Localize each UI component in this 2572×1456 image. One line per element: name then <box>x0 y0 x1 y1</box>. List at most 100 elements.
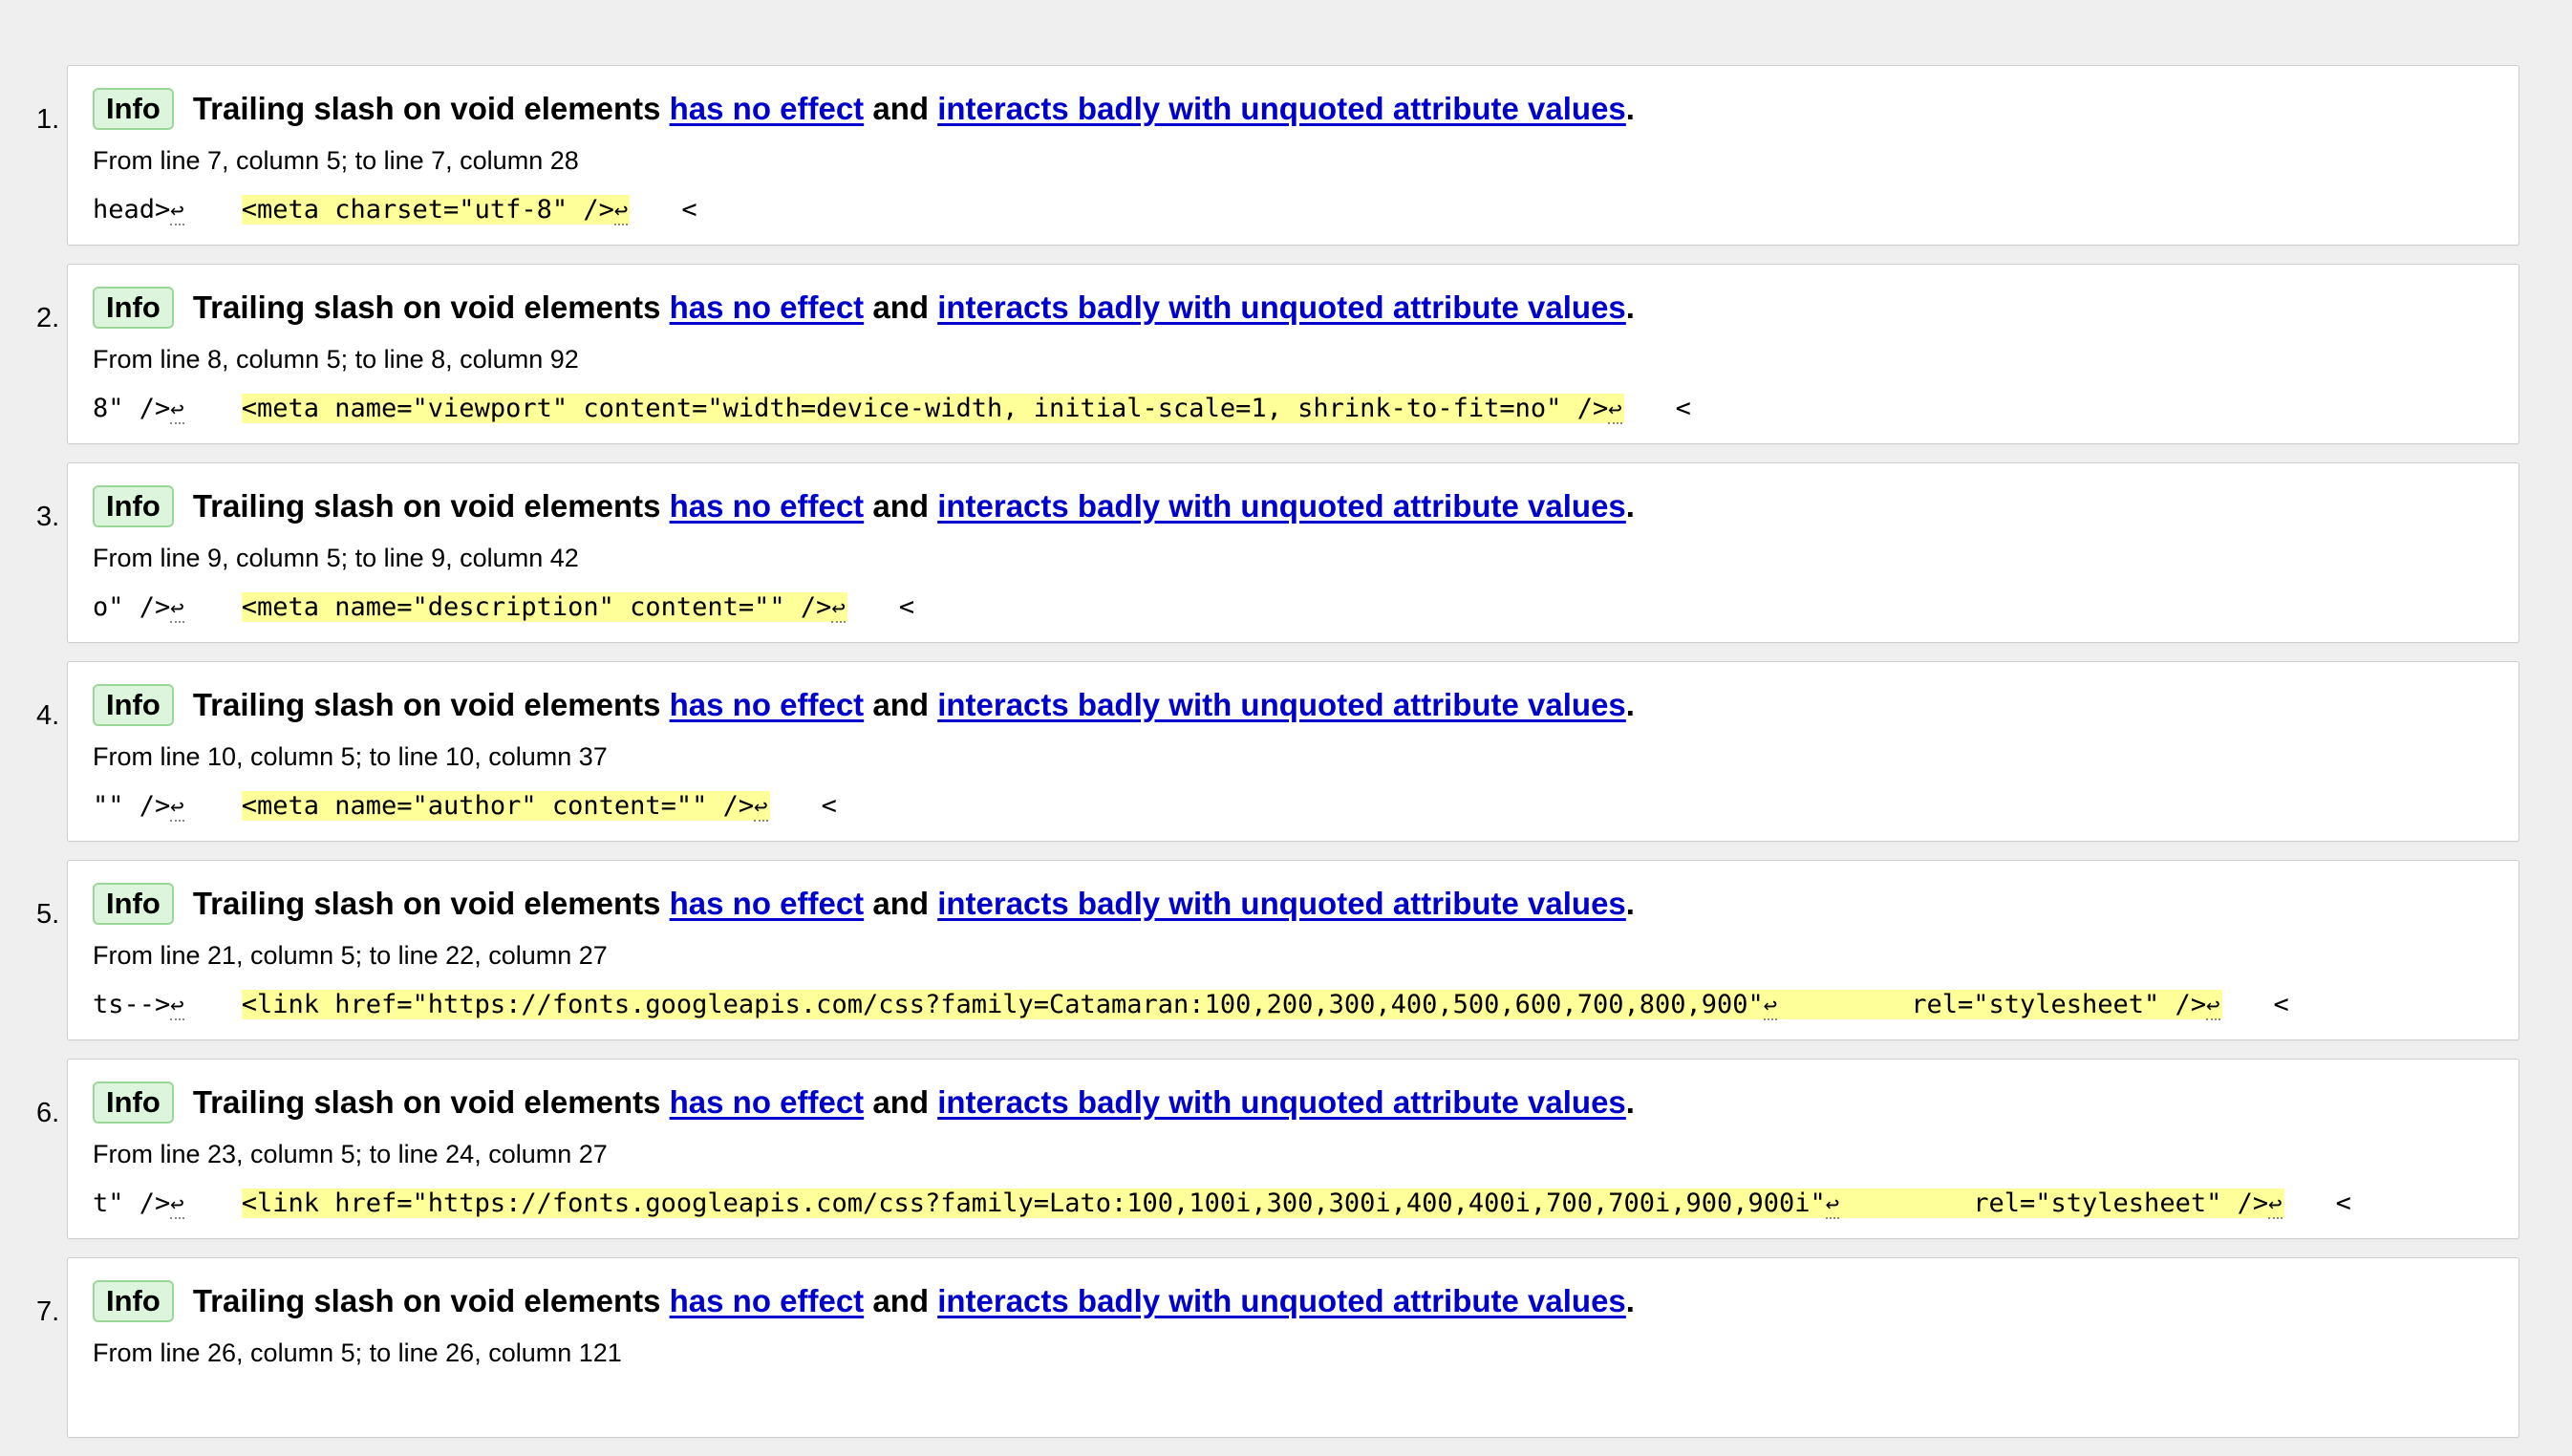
extract-highlight: <meta name="viewport" content="width=dev… <box>241 394 1624 424</box>
message-item: 4. Info Trailing slash on void elements … <box>0 661 2572 844</box>
message-location: From line 10, column 5; to line 10, colu… <box>93 742 608 771</box>
message-number: 3. <box>36 502 60 532</box>
message-location: From line 7, column 5; to line 7, column… <box>93 146 579 175</box>
extract-before: head> <box>93 195 171 225</box>
newline-icon: ↩ <box>170 1190 184 1219</box>
info-badge: Info <box>93 1280 174 1322</box>
interacts-badly-link[interactable]: interacts badly with unquoted attribute … <box>937 91 1626 126</box>
has-no-effect-link[interactable]: has no effect <box>670 1084 865 1120</box>
newline-icon: ↩ <box>170 396 184 424</box>
interacts-badly-link[interactable]: interacts badly with unquoted attribute … <box>937 289 1626 325</box>
message-text: Trailing slash on void elements has no e… <box>193 1282 1635 1320</box>
message-text-prefix: Trailing slash on void elements <box>192 886 661 921</box>
interacts-badly-link[interactable]: interacts badly with unquoted attribute … <box>937 1283 1626 1318</box>
message-header: Info Trailing slash on void elements has… <box>93 286 1635 330</box>
message-text-mid: and <box>872 91 930 126</box>
newline-icon: ↩ <box>754 793 768 822</box>
message-box: Info Trailing slash on void elements has… <box>67 65 2519 246</box>
code-extract: 8" />↩ <meta name="viewport" content="wid… <box>93 392 1691 426</box>
message-number: 2. <box>36 303 60 333</box>
extract-after: < <box>681 195 697 225</box>
message-text: Trailing slash on void elements has no e… <box>193 1083 1635 1122</box>
info-badge: Info <box>93 684 174 726</box>
extract-highlight: <meta charset="utf-8" />↩ <box>241 195 631 225</box>
message-text-prefix: Trailing slash on void elements <box>192 1084 661 1120</box>
message-text: Trailing slash on void elements has no e… <box>193 289 1635 327</box>
extract-before: o" /> <box>93 592 171 622</box>
message-number: 1. <box>36 104 60 135</box>
extract-after: < <box>898 592 915 622</box>
has-no-effect-link[interactable]: has no effect <box>670 289 865 325</box>
message-text-mid: and <box>872 289 930 325</box>
message-text-end: . <box>1625 1084 1635 1120</box>
message-item: 1. Info Trailing slash on void elements … <box>0 65 2572 247</box>
message-location: From line 26, column 5; to line 26, colu… <box>93 1338 622 1367</box>
extract-before: ts--> <box>93 990 171 1019</box>
has-no-effect-link[interactable]: has no effect <box>670 687 865 722</box>
code-extract: o" />↩ <meta name="description" content="… <box>93 590 914 625</box>
code-extract: head>↩ <meta charset="utf-8" />↩ < <box>93 193 697 227</box>
extract-after: < <box>2335 1188 2351 1218</box>
newline-icon: ↩ <box>1608 396 1622 424</box>
newline-icon: ↩ <box>2268 1190 2283 1219</box>
interacts-badly-link[interactable]: interacts badly with unquoted attribute … <box>937 886 1626 921</box>
message-text-prefix: Trailing slash on void elements <box>192 289 661 325</box>
message-number: 4. <box>36 700 60 731</box>
info-badge: Info <box>93 1081 174 1124</box>
newline-icon: ↩ <box>2206 992 2220 1020</box>
message-text-prefix: Trailing slash on void elements <box>192 91 661 126</box>
extract-highlight: <link href="https://fonts.googleapis.com… <box>241 990 2222 1020</box>
info-badge: Info <box>93 88 174 130</box>
message-text-mid: and <box>872 1283 930 1318</box>
newline-icon: ↩ <box>170 793 184 822</box>
message-text-end: . <box>1625 687 1635 722</box>
message-box: Info Trailing slash on void elements has… <box>67 1059 2519 1239</box>
message-header: Info Trailing slash on void elements has… <box>93 1279 1635 1323</box>
message-text-prefix: Trailing slash on void elements <box>192 687 661 722</box>
newline-icon: ↩ <box>1763 992 1778 1020</box>
newline-icon: ↩ <box>170 992 184 1020</box>
message-header: Info Trailing slash on void elements has… <box>93 87 1635 131</box>
extract-highlight: <meta name="description" content="" />↩ <box>241 592 847 623</box>
has-no-effect-link[interactable]: has no effect <box>670 488 865 524</box>
interacts-badly-link[interactable]: interacts badly with unquoted attribute … <box>937 488 1626 524</box>
message-text-mid: and <box>872 687 930 722</box>
message-text-mid: and <box>872 886 930 921</box>
extract-before: 8" /> <box>93 394 171 423</box>
message-item: 7. Info Trailing slash on void elements … <box>0 1257 2572 1440</box>
message-header: Info Trailing slash on void elements has… <box>93 484 1635 528</box>
message-header: Info Trailing slash on void elements has… <box>93 683 1635 727</box>
has-no-effect-link[interactable]: has no effect <box>670 886 865 921</box>
extract-after: < <box>821 791 837 821</box>
message-location: From line 9, column 5; to line 9, column… <box>93 544 579 572</box>
message-text-end: . <box>1625 289 1635 325</box>
newline-icon: ↩ <box>170 594 184 623</box>
extract-before: "" /> <box>93 791 171 821</box>
newline-icon: ↩ <box>613 197 629 225</box>
message-item: 6. Info Trailing slash on void elements … <box>0 1059 2572 1241</box>
message-text: Trailing slash on void elements has no e… <box>193 90 1635 128</box>
message-box: Info Trailing slash on void elements has… <box>67 264 2519 444</box>
has-no-effect-link[interactable]: has no effect <box>670 1283 865 1318</box>
message-location: From line 21, column 5; to line 22, colu… <box>93 941 608 970</box>
newline-icon: ↩ <box>831 594 846 623</box>
newline-icon: ↩ <box>170 197 184 225</box>
message-box: Info Trailing slash on void elements has… <box>67 462 2519 643</box>
has-no-effect-link[interactable]: has no effect <box>670 91 865 126</box>
message-text-prefix: Trailing slash on void elements <box>192 488 661 524</box>
validation-message-list: 1. Info Trailing slash on void elements … <box>0 65 2572 1456</box>
extract-highlight: <meta name="author" content="" />↩ <box>241 791 770 822</box>
interacts-badly-link[interactable]: interacts badly with unquoted attribute … <box>937 1084 1626 1120</box>
message-box: Info Trailing slash on void elements has… <box>67 860 2519 1040</box>
code-extract: ts-->↩ <link href="https://fonts.googleap… <box>93 988 2289 1022</box>
message-text: Trailing slash on void elements has no e… <box>193 487 1635 525</box>
message-number: 5. <box>36 899 60 930</box>
message-text: Trailing slash on void elements has no e… <box>193 885 1635 923</box>
info-badge: Info <box>93 287 174 329</box>
message-text-mid: and <box>872 1084 930 1120</box>
extract-after: < <box>2273 990 2289 1019</box>
interacts-badly-link[interactable]: interacts badly with unquoted attribute … <box>937 687 1626 722</box>
message-box: Info Trailing slash on void elements has… <box>67 661 2519 842</box>
message-header: Info Trailing slash on void elements has… <box>93 882 1635 926</box>
info-badge: Info <box>93 485 174 527</box>
